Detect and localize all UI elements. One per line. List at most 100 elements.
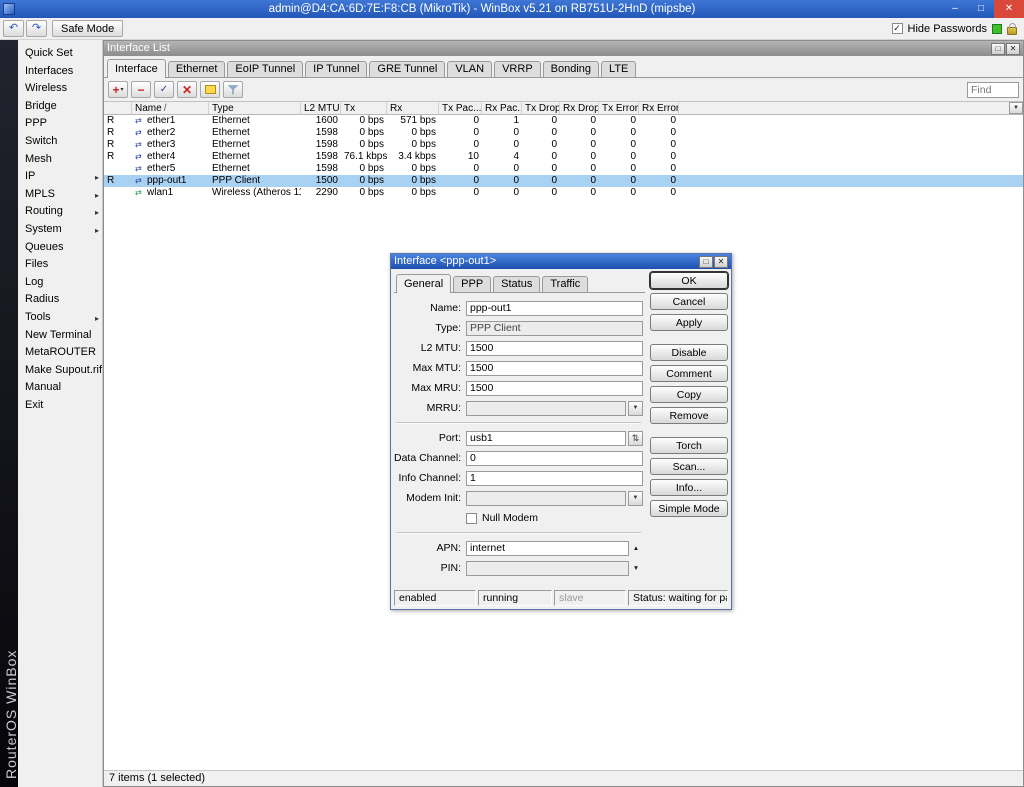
sidebar-item[interactable]: Routing ▸ [18,203,102,221]
column-header[interactable]: Rx Errors/ [639,102,679,114]
redo-button[interactable]: ↷ [26,20,47,37]
max-mru-input[interactable] [466,381,643,396]
table-row[interactable]: R ether1 Ethernet 1600 0 bps 571 bps 0 1… [104,115,1023,127]
tab[interactable]: Interface [107,59,166,78]
tab[interactable]: Ethernet [168,61,226,77]
expand-arrow-icon[interactable]: ▼ [629,565,643,572]
table-row[interactable]: R ether3 Ethernet 1598 0 bps 0 bps 0 0 0… [104,139,1023,151]
add-button[interactable]: + ▾ [108,81,128,98]
collapse-arrow-icon[interactable]: ▲ [629,545,643,552]
modem-init-input[interactable] [466,491,626,506]
tab[interactable]: VRRP [494,61,541,77]
tab[interactable]: GRE Tunnel [369,61,445,77]
sidebar-item[interactable]: IP ▸ [18,168,102,186]
restore-window-button[interactable]: □ [991,43,1005,55]
maximize-button[interactable]: □ [968,0,994,18]
tab[interactable]: Bonding [543,61,599,77]
tab[interactable]: PPP [453,276,491,292]
port-input[interactable] [466,431,626,446]
remove-button[interactable]: − [131,81,151,98]
column-header[interactable]: Name/ [132,102,209,114]
undo-button[interactable]: ↶ [3,20,24,37]
table-row[interactable]: R ether4 Ethernet 1598 76.1 kbps 3.4 kbp… [104,151,1023,163]
sidebar-item[interactable]: Wireless ▸ [18,80,102,98]
tab[interactable]: Status [493,276,540,292]
tab[interactable]: General [396,274,451,293]
flag-column-header[interactable] [104,102,132,114]
minimize-button[interactable]: – [942,0,968,18]
modem-init-dropdown-button[interactable]: ▼ [628,491,643,506]
sidebar-item[interactable]: New Terminal ▸ [18,327,102,345]
dialog-close-button[interactable]: ✕ [714,256,728,268]
sidebar-item[interactable]: MPLS ▸ [18,186,102,204]
dialog-button[interactable]: Scan... [650,458,728,475]
tab[interactable]: EoIP Tunnel [227,61,303,77]
table-row[interactable]: R ppp-out1 PPP Client 1500 0 bps 0 bps 0… [104,175,1023,187]
data-channel-input[interactable] [466,451,643,466]
comment-button[interactable] [200,81,220,98]
sidebar-item[interactable]: Make Supout.rif ▸ [18,362,102,380]
apn-input[interactable] [466,541,629,556]
sidebar-item[interactable]: Radius ▸ [18,291,102,309]
port-spinner-button[interactable]: ⇅ [628,431,643,446]
sidebar-item[interactable]: System ▸ [18,221,102,239]
column-header[interactable]: Tx Drops/ [522,102,560,114]
dialog-button[interactable]: Info... [650,479,728,496]
sidebar-item[interactable]: Manual ▸ [18,379,102,397]
sidebar-item[interactable]: Queues ▸ [18,239,102,257]
find-input[interactable] [967,82,1019,98]
dialog-titlebar[interactable]: Interface <ppp-out1> □ ✕ [391,254,731,269]
close-window-button[interactable]: ✕ [1006,43,1020,55]
dialog-button[interactable]: Simple Mode [650,500,728,517]
enable-button[interactable]: ✓ [154,81,174,98]
name-input[interactable] [466,301,643,316]
interface-list-titlebar[interactable]: Interface List □ ✕ [104,41,1023,56]
column-header[interactable]: Type/ [209,102,301,114]
column-header[interactable]: Tx/ [341,102,387,114]
pin-input[interactable] [466,561,629,576]
dialog-button[interactable]: Comment [650,365,728,382]
sidebar-item[interactable]: Log ▸ [18,274,102,292]
sidebar-item[interactable]: Quick Set ▸ [18,45,102,63]
column-header[interactable]: Tx Errors/ [599,102,639,114]
dialog-button[interactable]: Remove [650,407,728,424]
tab[interactable]: IP Tunnel [305,61,367,77]
max-mtu-input[interactable] [466,361,643,376]
column-header[interactable]: Rx Drops/ [560,102,599,114]
l2mtu-input[interactable] [466,341,643,356]
tab[interactable]: Traffic [542,276,588,292]
info-channel-input[interactable] [466,471,643,486]
sidebar-item[interactable]: Bridge ▸ [18,98,102,116]
column-header[interactable]: L2 MTU/ [301,102,341,114]
table-row[interactable]: ether5 Ethernet 1598 0 bps 0 bps 0 0 0 0… [104,163,1023,175]
column-selector-button[interactable]: ▼ [1009,102,1023,114]
column-header[interactable]: Rx Pac.../ [482,102,522,114]
sidebar-item[interactable]: Interfaces ▸ [18,63,102,81]
dialog-button[interactable]: Copy [650,386,728,403]
table-row[interactable]: R ether2 Ethernet 1598 0 bps 0 bps 0 0 0… [104,127,1023,139]
disable-button[interactable]: ✕ [177,81,197,98]
null-modem-checkbox[interactable]: ✓ [466,513,477,524]
tab[interactable]: VLAN [447,61,492,77]
filter-button[interactable] [223,81,243,98]
dialog-button[interactable]: Apply [650,314,728,331]
dialog-button[interactable]: Disable [650,344,728,361]
mrru-input[interactable] [466,401,626,416]
close-button[interactable]: ✕ [994,0,1024,18]
mrru-dropdown-button[interactable]: ▼ [628,401,643,416]
sidebar-item[interactable]: Switch ▸ [18,133,102,151]
tab[interactable]: LTE [601,61,636,77]
safe-mode-button[interactable]: Safe Mode [52,20,123,37]
dialog-button[interactable]: Torch [650,437,728,454]
dialog-restore-button[interactable]: □ [699,256,713,268]
sidebar-item[interactable]: Files ▸ [18,256,102,274]
sidebar-item[interactable]: MetaROUTER ▸ [18,344,102,362]
column-header[interactable]: Rx/ [387,102,439,114]
column-header[interactable]: Tx Pac.../ [439,102,482,114]
table-row[interactable]: wlan1 Wireless (Atheros 11N) 2290 0 bps … [104,187,1023,199]
dialog-button[interactable]: OK [650,272,728,289]
sidebar-item[interactable]: Mesh ▸ [18,151,102,169]
dialog-button[interactable]: Cancel [650,293,728,310]
sidebar-item[interactable]: Exit ▸ [18,397,102,415]
sidebar-item[interactable]: Tools ▸ [18,309,102,327]
